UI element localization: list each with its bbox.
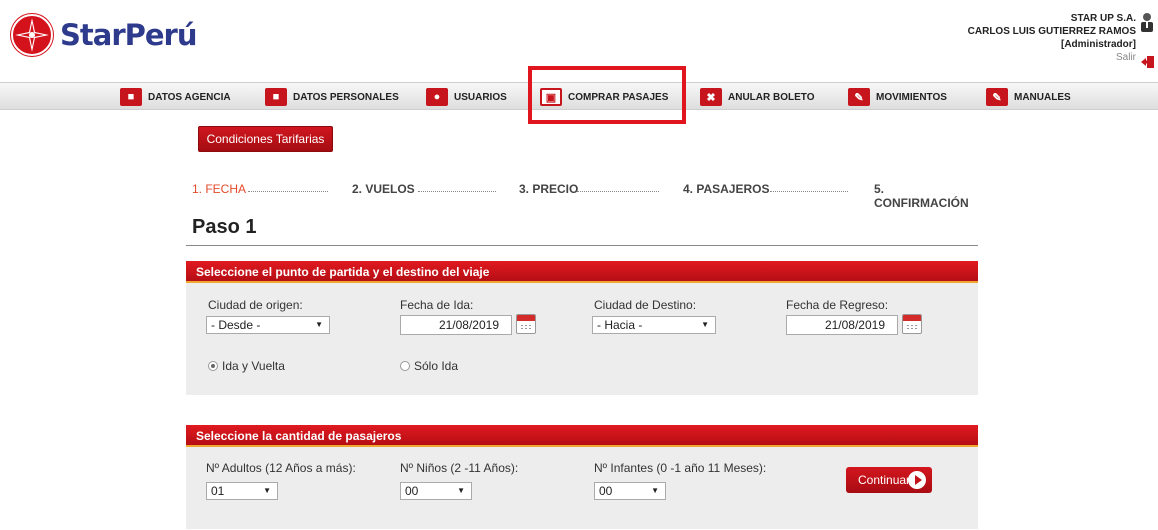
chevron-down-icon: ▼ [457,486,465,495]
star-logo-icon [10,13,54,57]
continue-label: Continuar [858,473,911,487]
radio-unchecked-icon [400,361,410,371]
adults-select[interactable]: 01 ▼ [206,482,278,500]
one-way-radio[interactable]: Sólo Ida [400,359,458,373]
step-divider [248,191,328,192]
round-trip-label: Ida y Vuelta [222,359,285,373]
chevron-down-icon: ▼ [701,320,709,329]
origin-select[interactable]: - Desde - ▼ [206,316,330,334]
nav-usuarios[interactable]: ● USUARIOS [426,83,507,111]
step-precio: 3. PRECIO [519,182,579,196]
step-confirmacion: 5. CONFIRMACIÓN [874,182,969,210]
origin-value: - Desde - [211,318,261,332]
play-arrow-icon [908,471,926,489]
edit-pencil-icon: ✎ [848,88,870,106]
brand-name: StarPerú [60,18,197,52]
step-divider [418,191,496,192]
agency-card-icon: ■ [120,88,142,106]
user-info: STAR UP S.A. CARLOS LUIS GUTIERREZ RAMOS… [968,12,1136,64]
adults-label: Nº Adultos (12 Años a más): [206,461,356,475]
chevron-down-icon: ▼ [315,320,323,329]
chevron-down-icon: ▼ [651,486,659,495]
nav-anular-boleto[interactable]: ✖ ANULAR BOLETO [700,83,814,111]
calendar-icon[interactable] [902,314,922,334]
one-way-label: Sólo Ida [414,359,459,373]
user-role: [Administrador] [1061,39,1136,50]
radio-checked-icon [208,361,218,371]
route-panel-title: Seleccione el punto de partida y el dest… [186,261,978,283]
starperu-logo[interactable]: StarPerú [10,13,197,57]
nav-label: ANULAR BOLETO [728,91,815,103]
departure-date-label: Fecha de Ida: [400,298,474,312]
continue-button[interactable]: Continuar [846,467,932,493]
origin-label: Ciudad de origen: [208,298,303,312]
calendar-icon[interactable] [516,314,536,334]
nav-label: USUARIOS [454,91,507,103]
nav-label: MANUALES [1014,91,1071,103]
children-select[interactable]: 00 ▼ [400,482,472,500]
adults-value: 01 [211,484,225,498]
manual-edit-icon: ✎ [986,88,1008,106]
logout-link[interactable]: Salir [968,51,1136,64]
user-avatar-icon [1141,13,1153,32]
chevron-down-icon: ▼ [263,486,271,495]
step-progress: 1. FECHA 2. VUELOS 3. PRECIO 4. PASAJERO… [192,182,978,210]
step-divider [577,191,659,192]
destination-select[interactable]: - Hacia - ▼ [592,316,716,334]
step-pasajeros: 4. PASAJEROS [683,182,770,196]
passengers-panel-title: Seleccione la cantidad de pasajeros [186,425,978,447]
users-icon: ● [426,88,448,106]
user-name: CARLOS LUIS GUTIERREZ RAMOS [967,26,1136,37]
user-company: STAR UP S.A. [1070,13,1136,24]
children-label: Nº Niños (2 -11 Años): [400,461,519,475]
nav-label: MOVIMIENTOS [876,91,947,103]
title-divider [186,245,978,246]
return-date-label: Fecha de Regreso: [786,298,889,312]
infants-select[interactable]: 00 ▼ [594,482,666,500]
passengers-panel: Seleccione la cantidad de pasajeros Nº A… [186,425,978,529]
nav-datos-agencia[interactable]: ■ DATOS AGENCIA [120,83,231,111]
return-date-field[interactable]: 21/08/2019 [786,315,898,335]
step-vuelos: 2. VUELOS [352,182,415,196]
infants-label: Nº Infantes (0 -1 año 11 Meses): [594,461,767,475]
step-divider [770,191,848,192]
conditions-button[interactable]: Condiciones Tarifarias [198,126,333,152]
page-title: Paso 1 [192,216,257,238]
nav-datos-personales[interactable]: ■ DATOS PERSONALES [265,83,399,111]
highlight-comprar-pasajes [528,66,686,124]
cancel-ticket-icon: ✖ [700,88,722,106]
step-fecha: 1. FECHA [192,182,247,196]
nav-label: DATOS AGENCIA [148,91,231,103]
route-panel: Seleccione el punto de partida y el dest… [186,261,978,395]
departure-date-field[interactable]: 21/08/2019 [400,315,512,335]
infants-value: 00 [599,484,613,498]
logout-icon[interactable] [1141,55,1155,69]
round-trip-radio[interactable]: Ida y Vuelta [208,359,285,373]
destination-label: Ciudad de Destino: [594,298,697,312]
nav-label: DATOS PERSONALES [293,91,399,103]
nav-movimientos[interactable]: ✎ MOVIMIENTOS [848,83,947,111]
destination-value: - Hacia - [597,318,643,332]
nav-manuales[interactable]: ✎ MANUALES [986,83,1071,111]
personal-card-icon: ■ [265,88,287,106]
children-value: 00 [405,484,419,498]
